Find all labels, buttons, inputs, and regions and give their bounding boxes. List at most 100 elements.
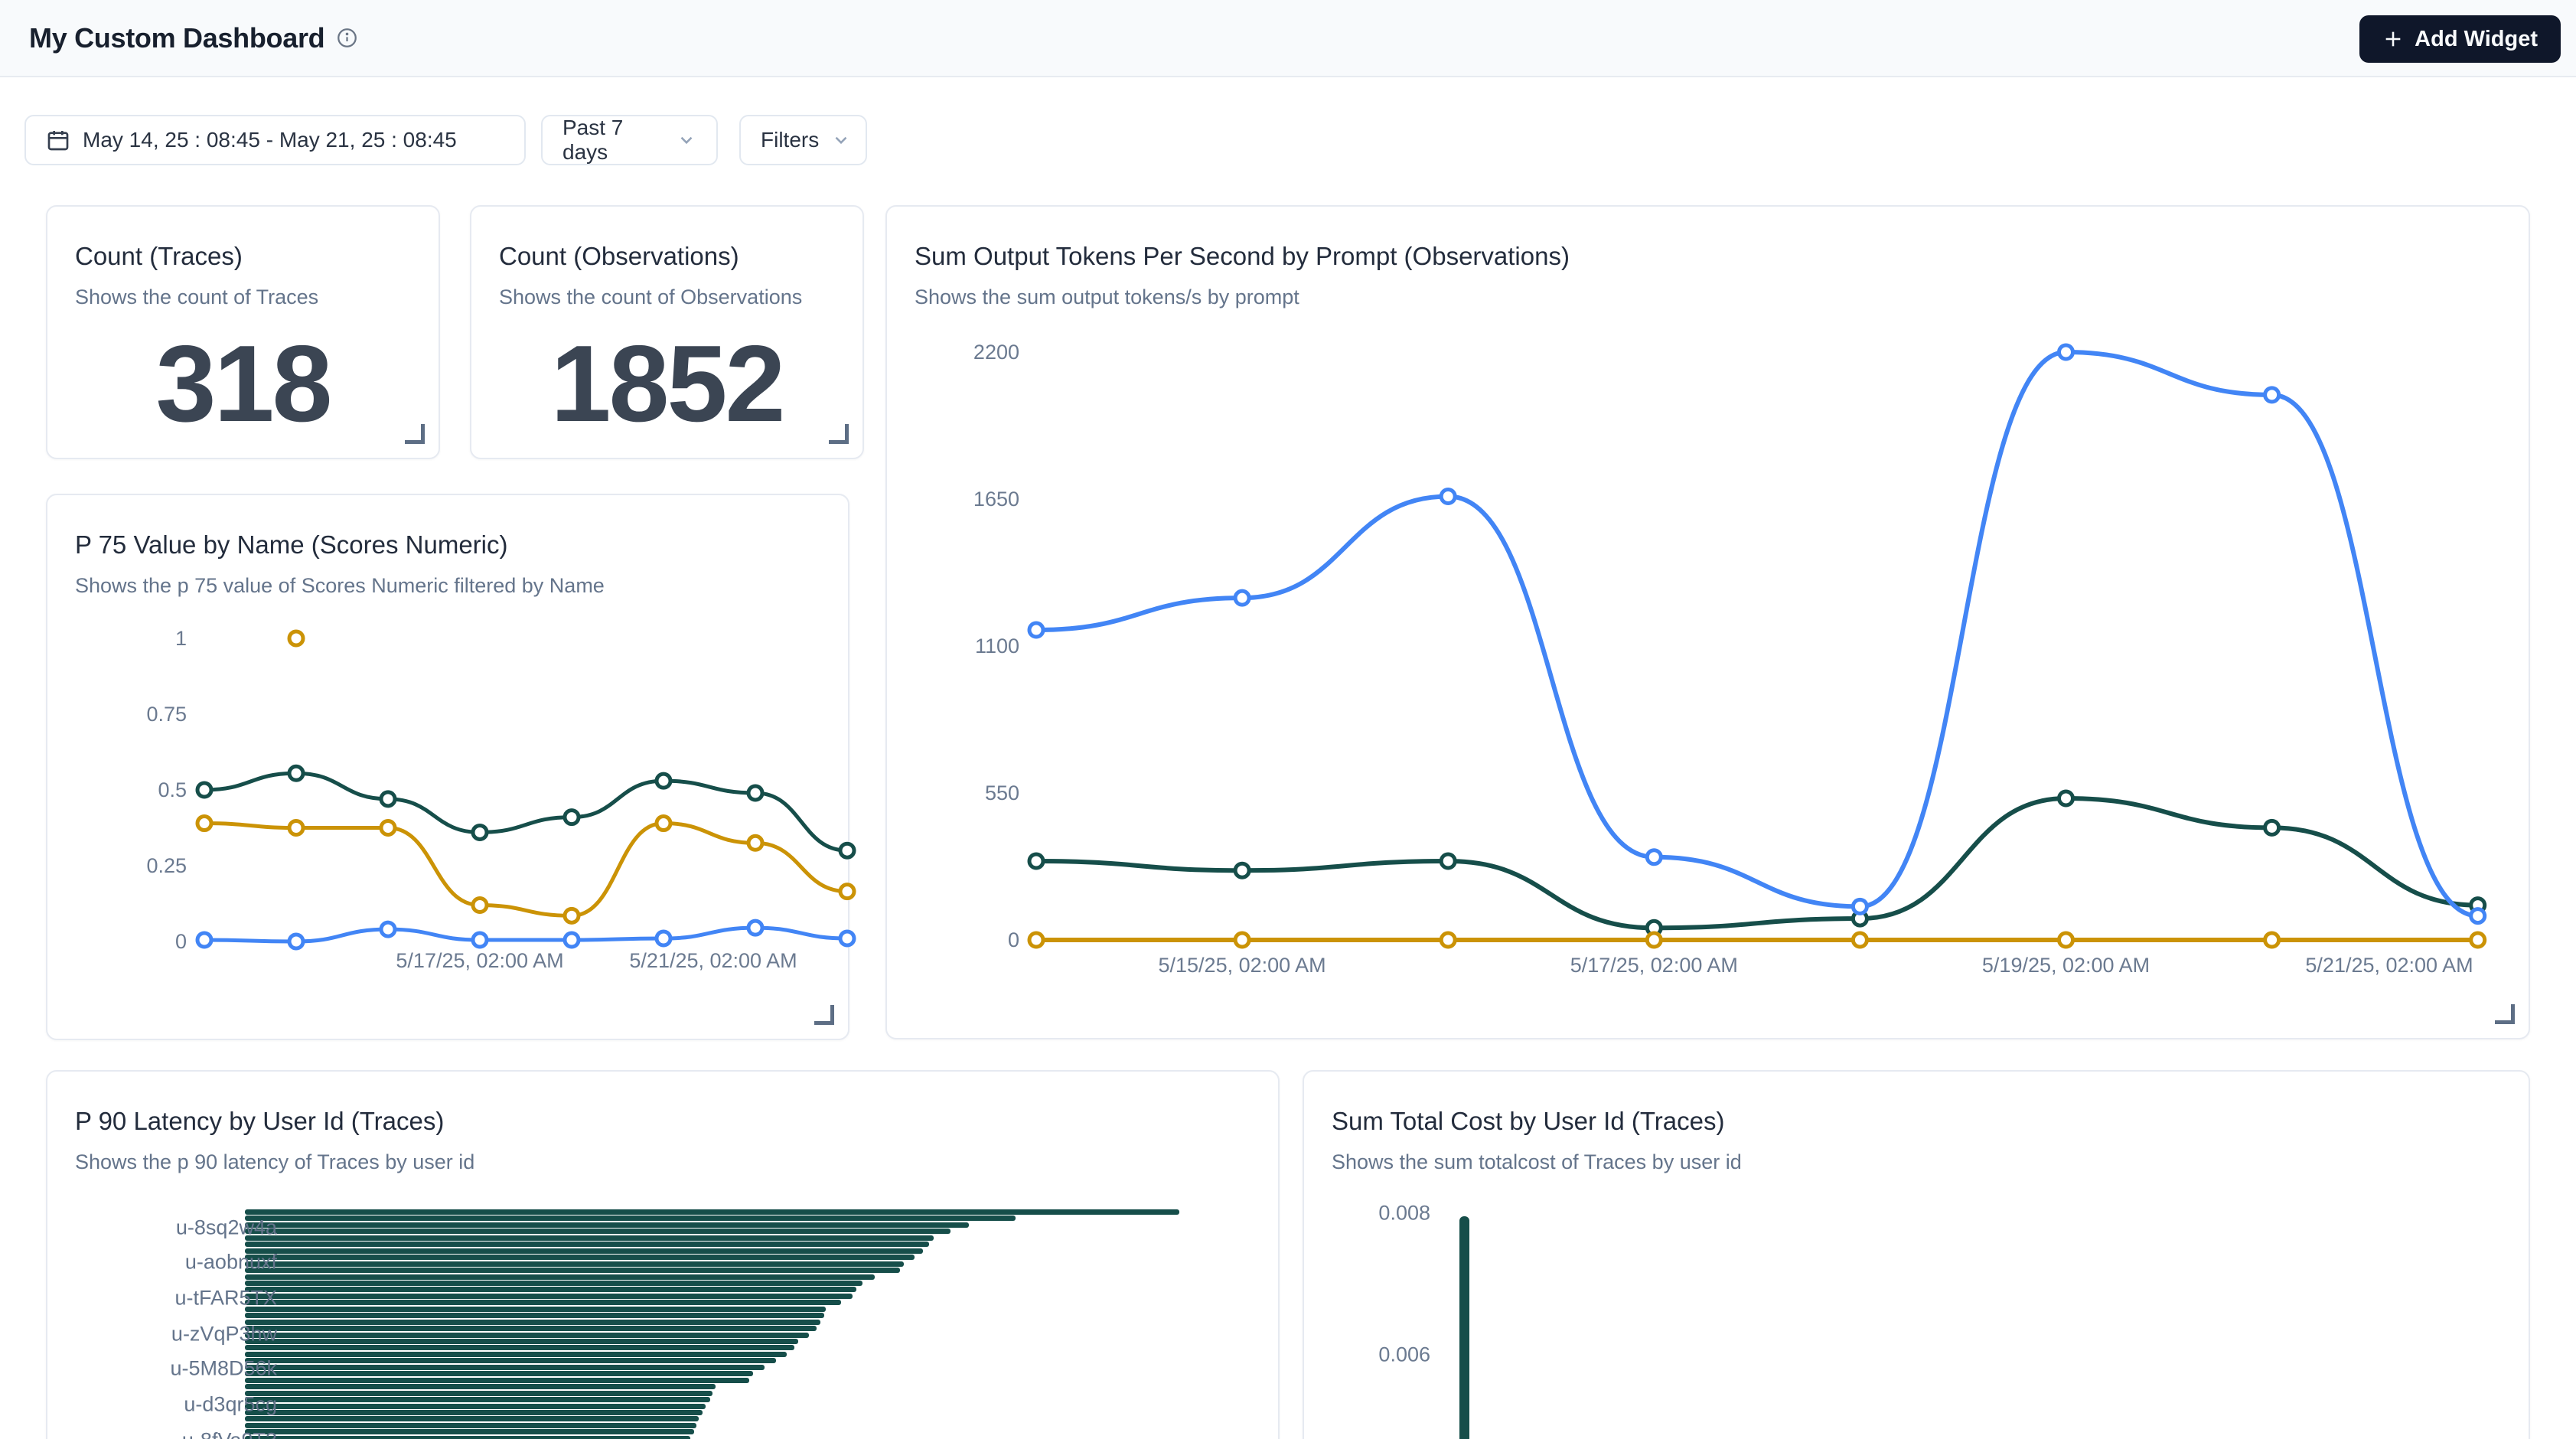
- series-orange-point: [1029, 933, 1043, 947]
- latency-bar: [245, 1326, 817, 1331]
- user-id-axis-label: u-d3qr5cg: [116, 1393, 277, 1417]
- series-orange-point: [565, 909, 579, 922]
- widget-count-traces: Count (Traces) Shows the count of Traces…: [46, 205, 440, 459]
- series-blue-point: [2059, 345, 2073, 359]
- series-orange-point: [748, 836, 762, 850]
- calendar-icon: [46, 128, 70, 152]
- y-axis-tick-label: 1650: [973, 488, 1019, 511]
- chevron-down-icon: [677, 130, 696, 150]
- latency-bar: [245, 1352, 787, 1357]
- series-orange-point: [197, 817, 211, 830]
- chevron-down-icon: [831, 130, 851, 150]
- series-orange-point: [1647, 933, 1661, 947]
- series-orange-point: [840, 885, 854, 899]
- widget-p75-scores: P 75 Value by Name (Scores Numeric) Show…: [46, 494, 849, 1040]
- p90-latency-bar-chart[interactable]: u-8sq2w4au-aobnuxfu-tFAR5TXu-zVqP3hwu-5M…: [47, 1072, 1278, 1439]
- p75-line-chart[interactable]: 00.250.50.7515/17/25, 02:00 AM5/21/25, 0…: [63, 622, 874, 981]
- y-axis-tick-label: 0.25: [146, 854, 187, 877]
- dashboard-page: My Custom Dashboard Add Widget May 14: [0, 0, 2576, 1439]
- user-id-axis-label: u-5M8D56k: [116, 1357, 277, 1381]
- series-green-point: [2265, 821, 2279, 834]
- latency-bar: [245, 1313, 824, 1318]
- latency-bar: [245, 1397, 710, 1402]
- y-axis-tick-label: 1: [175, 627, 187, 650]
- widget-subtitle: Shows the count of Traces: [75, 286, 318, 309]
- resize-handle-icon[interactable]: [829, 424, 849, 444]
- widget-subtitle: Shows the sum output tokens/s by prompt: [915, 286, 1299, 309]
- resize-handle-icon[interactable]: [405, 424, 425, 444]
- series-green-point: [840, 843, 854, 857]
- series-blue-point: [748, 921, 762, 935]
- latency-bar: [245, 1294, 853, 1299]
- latency-bar: [245, 1248, 923, 1254]
- date-range-picker[interactable]: May 14, 25 : 08:45 - May 21, 25 : 08:45: [24, 115, 526, 165]
- x-axis-tick-label: 5/21/25, 02:00 AM: [629, 949, 797, 972]
- series-blue-point: [565, 933, 579, 947]
- series-green-point: [748, 786, 762, 800]
- latency-bar: [245, 1229, 951, 1234]
- series-orange-point: [2265, 933, 2279, 947]
- latency-bar: [245, 1416, 699, 1421]
- series-orange-point: [2471, 933, 2485, 947]
- filters-button[interactable]: Filters: [739, 115, 867, 165]
- y-axis-tick-label: 0: [1008, 928, 1019, 951]
- y-axis-tick-label: 0.008: [1339, 1202, 1430, 1225]
- add-widget-button[interactable]: Add Widget: [2359, 15, 2561, 63]
- series-green-point: [289, 766, 303, 780]
- series-orange-point: [289, 821, 303, 835]
- latency-bar: [245, 1281, 862, 1286]
- x-axis-tick-label: 5/19/25, 02:00 AM: [1982, 954, 2150, 977]
- latency-bar: [245, 1242, 929, 1247]
- series-orange-point: [1235, 933, 1249, 947]
- latency-bar: [245, 1436, 690, 1439]
- series-green-point: [381, 792, 395, 806]
- top-bar: My Custom Dashboard Add Widget: [0, 0, 2576, 77]
- series-blue-point: [657, 932, 670, 945]
- y-axis-tick-label: 550: [985, 781, 1019, 804]
- widget-count-observations: Count (Observations) Shows the count of …: [470, 205, 864, 459]
- series-blue-point: [1235, 591, 1249, 605]
- series-green-point: [473, 825, 487, 839]
- latency-bar: [245, 1215, 1016, 1221]
- filters-label: Filters: [761, 128, 819, 152]
- latency-bar: [245, 1358, 776, 1363]
- x-axis-tick-label: 5/21/25, 02:00 AM: [2305, 954, 2473, 977]
- series-green-point: [657, 774, 670, 788]
- count-observations-value: 1852: [471, 321, 862, 447]
- latency-bar: [245, 1378, 749, 1383]
- series-green-point: [565, 811, 579, 824]
- x-axis-tick-label: 5/15/25, 02:00 AM: [1159, 954, 1326, 977]
- date-range-value: May 14, 25 : 08:45 - May 21, 25 : 08:45: [83, 128, 457, 152]
- series-blue-line: [1036, 352, 2478, 916]
- latency-bar: [245, 1371, 753, 1376]
- series-orange-point: [473, 898, 487, 912]
- latency-bar: [245, 1235, 934, 1241]
- series-orange-single-point-point: [289, 631, 303, 645]
- latency-bar: [245, 1345, 794, 1350]
- latency-bar: [245, 1339, 798, 1344]
- series-blue-point: [1853, 899, 1867, 913]
- y-axis-tick-label: 0: [175, 930, 187, 953]
- total-cost-bar-chart[interactable]: 0.0080.006: [1304, 1072, 2529, 1439]
- tokens-line-chart[interactable]: 05501100165022005/15/25, 02:00 AM5/17/25…: [905, 331, 2527, 981]
- cost-bar: [1459, 1216, 1469, 1439]
- latency-bar: [245, 1274, 875, 1280]
- latency-bar: [245, 1365, 765, 1370]
- resize-handle-icon[interactable]: [814, 1005, 834, 1025]
- info-icon[interactable]: [337, 28, 357, 48]
- user-id-axis-label: u-aobnuxf: [116, 1251, 277, 1274]
- page-title-text: My Custom Dashboard: [29, 22, 324, 54]
- widget-title: P 75 Value by Name (Scores Numeric): [75, 530, 508, 560]
- y-axis-tick-label: 0.75: [146, 703, 187, 726]
- latency-bar: [245, 1209, 1179, 1215]
- series-blue-point: [197, 933, 211, 947]
- widget-total-cost: Sum Total Cost by User Id (Traces) Shows…: [1303, 1070, 2530, 1439]
- time-preset-select[interactable]: Past 7 days: [541, 115, 718, 165]
- resize-handle-icon[interactable]: [2495, 1004, 2515, 1024]
- user-id-axis-label: u-zVqP3hw: [116, 1323, 277, 1346]
- latency-bar: [245, 1268, 900, 1273]
- y-axis-tick-label: 0.5: [158, 778, 187, 801]
- latency-bar: [245, 1333, 809, 1338]
- series-blue-point: [2265, 388, 2279, 402]
- widget-title: Sum Output Tokens Per Second by Prompt (…: [915, 242, 1570, 271]
